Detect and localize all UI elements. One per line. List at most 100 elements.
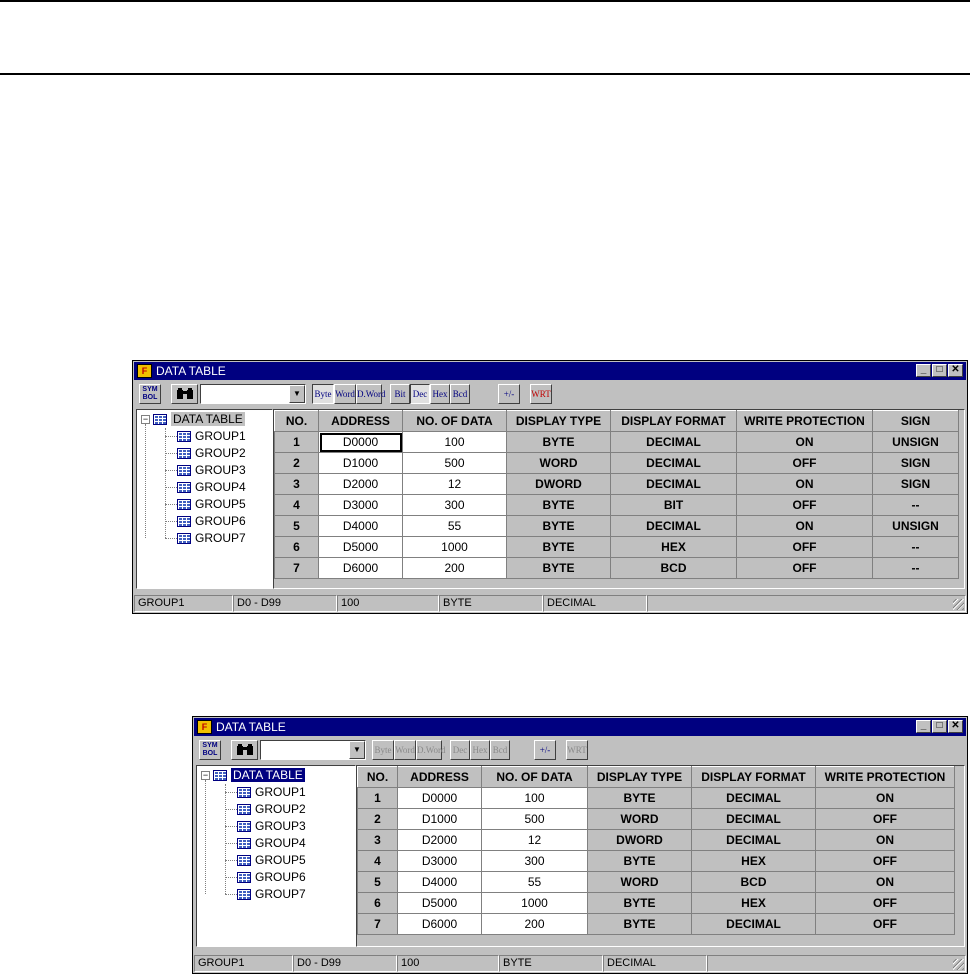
table-row[interactable]: 5 D4000 55 WORD BCD ON [357, 871, 955, 893]
cell-display-format[interactable]: DECIMAL [610, 431, 737, 453]
cell-display-type[interactable]: BYTE [587, 787, 692, 809]
table-row[interactable]: 5 D4000 55 BYTE DECIMAL ON UNSIGN [274, 515, 959, 537]
hex-button[interactable]: Hex [470, 740, 490, 760]
cell-display-format[interactable]: DECIMAL [691, 787, 816, 809]
tree-item-group[interactable]: GROUP3 [237, 818, 306, 835]
hex-button[interactable]: Hex [430, 384, 450, 404]
tree-item-group[interactable]: GROUP2 [177, 445, 246, 462]
minimize-button[interactable]: _ [916, 364, 931, 377]
tree-item-group[interactable]: GROUP2 [237, 801, 306, 818]
maximize-button[interactable]: □ [932, 364, 947, 377]
cell-count[interactable]: 1000 [402, 536, 507, 558]
cell-display-type[interactable]: BYTE [587, 850, 692, 872]
cell-address[interactable]: D3000 [397, 850, 482, 872]
cell-write-protection[interactable]: OFF [815, 913, 955, 935]
cell-display-format[interactable]: HEX [610, 536, 737, 558]
cell-write-protection[interactable]: ON [736, 431, 873, 453]
cell-display-format[interactable]: HEX [691, 850, 816, 872]
cell-address[interactable]: D2000 [318, 473, 403, 495]
tree-item-group[interactable]: GROUP3 [177, 462, 246, 479]
cell-write-protection[interactable]: OFF [815, 892, 955, 914]
dec-button[interactable]: Dec [450, 740, 470, 760]
cell-display-type[interactable]: WORD [587, 871, 692, 893]
cell-sign[interactable]: -- [872, 557, 959, 579]
cell-address[interactable]: D6000 [318, 557, 403, 579]
column-header-display-type[interactable]: DISPLAY TYPE [587, 766, 692, 788]
dword-button[interactable]: D.Word [416, 740, 446, 760]
table-row[interactable]: 4 D3000 300 BYTE HEX OFF [357, 850, 955, 872]
cell-display-type[interactable]: WORD [587, 808, 692, 830]
cell-display-format[interactable]: DECIMAL [691, 829, 816, 851]
cell-sign[interactable]: -- [872, 536, 959, 558]
tree-root[interactable]: DATA TABLE [213, 767, 305, 784]
cell-count[interactable]: 12 [481, 829, 588, 851]
cell-count[interactable]: 100 [402, 431, 507, 453]
cell-sign[interactable]: SIGN [872, 452, 959, 474]
search-button[interactable] [231, 740, 258, 760]
cell-display-type[interactable]: DWORD [587, 829, 692, 851]
maximize-button[interactable]: □ [932, 720, 947, 733]
title-bar[interactable]: F DATA TABLE _ □ ✕ [134, 362, 966, 380]
cell-address[interactable]: D5000 [318, 536, 403, 558]
tree-item-group[interactable]: GROUP7 [177, 530, 246, 547]
tree-item-group[interactable]: GROUP1 [177, 428, 246, 445]
cell-address[interactable]: D0000 [397, 787, 482, 809]
column-header-count[interactable]: NO. OF DATA [402, 410, 507, 432]
tree-item-group[interactable]: GROUP1 [237, 784, 306, 801]
cell-address[interactable]: D0000 [318, 431, 403, 453]
title-bar[interactable]: F DATA TABLE _ □ ✕ [194, 718, 966, 736]
cell-sign[interactable]: UNSIGN [872, 431, 959, 453]
bcd-button[interactable]: Bcd [490, 740, 510, 760]
chevron-down-icon[interactable]: ▼ [349, 741, 365, 759]
tree-item-group[interactable]: GROUP6 [177, 513, 246, 530]
cell-write-protection[interactable]: ON [815, 787, 955, 809]
cell-display-type[interactable]: BYTE [587, 913, 692, 935]
cell-count[interactable]: 500 [402, 452, 507, 474]
cell-write-protection[interactable]: OFF [736, 557, 873, 579]
cell-count[interactable]: 55 [481, 871, 588, 893]
cell-display-format[interactable]: BIT [610, 494, 737, 516]
cell-display-type[interactable]: BYTE [587, 892, 692, 914]
table-row[interactable]: 2 D1000 500 WORD DECIMAL OFF [357, 808, 955, 830]
dec-button[interactable]: Dec [410, 384, 430, 404]
cell-address[interactable]: D1000 [397, 808, 482, 830]
table-row[interactable]: 4 D3000 300 BYTE BIT OFF -- [274, 494, 959, 516]
tree-item-group[interactable]: GROUP5 [237, 852, 306, 869]
table-row[interactable]: 2 D1000 500 WORD DECIMAL OFF SIGN [274, 452, 959, 474]
column-header-display-format[interactable]: DISPLAY FORMAT [691, 766, 816, 788]
cell-count[interactable]: 500 [481, 808, 588, 830]
cell-count[interactable]: 12 [402, 473, 507, 495]
table-row[interactable]: 1 D0000 100 BYTE DECIMAL ON [357, 787, 955, 809]
cell-display-type[interactable]: BYTE [506, 494, 611, 516]
column-header-write-protection[interactable]: WRITE PROTECTION [815, 766, 955, 788]
cell-count[interactable]: 1000 [481, 892, 588, 914]
byte-button[interactable]: Byte [312, 384, 334, 404]
cell-address[interactable]: D2000 [397, 829, 482, 851]
cell-display-format[interactable]: HEX [691, 892, 816, 914]
search-button[interactable] [171, 384, 198, 404]
word-button[interactable]: Word [334, 384, 356, 404]
sign-toggle-button[interactable]: +/- [498, 384, 520, 404]
cell-display-format[interactable]: DECIMAL [691, 913, 816, 935]
cell-address[interactable]: D6000 [397, 913, 482, 935]
minimize-button[interactable]: _ [916, 720, 931, 733]
cell-display-format[interactable]: BCD [610, 557, 737, 579]
cell-display-format[interactable]: DECIMAL [610, 515, 737, 537]
dword-button[interactable]: D.Word [356, 384, 386, 404]
resize-grip-icon[interactable] [953, 599, 964, 610]
write-protect-button[interactable]: WRT [530, 384, 552, 404]
column-header-sign[interactable]: SIGN [872, 410, 959, 432]
column-header-address[interactable]: ADDRESS [397, 766, 482, 788]
resize-grip-icon[interactable] [953, 959, 964, 970]
tree-item-group[interactable]: GROUP4 [177, 479, 246, 496]
column-header-no[interactable]: NO. [274, 410, 319, 432]
cell-count[interactable]: 200 [481, 913, 588, 935]
table-row[interactable]: 1 D0000 100 BYTE DECIMAL ON UNSIGN [274, 431, 959, 453]
cell-count[interactable]: 300 [402, 494, 507, 516]
cell-address[interactable]: D5000 [397, 892, 482, 914]
chevron-down-icon[interactable]: ▼ [289, 385, 305, 403]
cell-display-format[interactable]: BCD [691, 871, 816, 893]
collapse-icon[interactable]: − [201, 771, 210, 780]
symbol-button[interactable]: SYM BOL [139, 384, 161, 404]
cell-write-protection[interactable]: OFF [815, 808, 955, 830]
